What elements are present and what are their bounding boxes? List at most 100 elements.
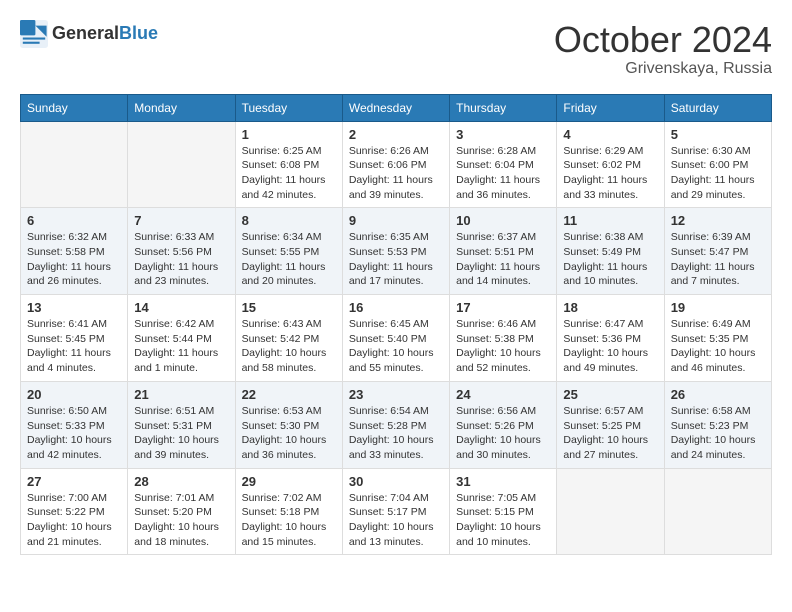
day-number: 2 bbox=[349, 127, 443, 142]
calendar-cell bbox=[557, 468, 664, 555]
calendar-week-row-4: 20 Sunrise: 6:50 AM Sunset: 5:33 PM Dayli… bbox=[21, 381, 772, 468]
calendar-cell bbox=[21, 121, 128, 208]
day-info: Sunrise: 6:37 AM Sunset: 5:51 PM Dayligh… bbox=[456, 230, 550, 289]
calendar-cell: 11Sunrise: 6:38 AM Sunset: 5:49 PM Dayli… bbox=[557, 208, 664, 295]
calendar-week-row-2: 6Sunrise: 6:32 AM Sunset: 5:58 PM Daylig… bbox=[21, 208, 772, 295]
day-number: 16 bbox=[349, 300, 443, 315]
calendar-cell: 30 Sunrise: 7:04 AM Sunset: 5:17 PM Dayli… bbox=[342, 468, 449, 555]
calendar-week-row-5: 27 Sunrise: 7:00 AM Sunset: 5:22 PM Dayli… bbox=[21, 468, 772, 555]
weekday-header-friday: Friday bbox=[557, 94, 664, 121]
day-number: 28 bbox=[134, 474, 228, 489]
day-number: 22 bbox=[242, 387, 336, 402]
calendar-week-row-3: 13 Sunrise: 6:41 AM Sunset: 5:45 PM Dayli… bbox=[21, 295, 772, 382]
day-number: 27 bbox=[27, 474, 121, 489]
day-info: Sunrise: 6:38 AM Sunset: 5:49 PM Dayligh… bbox=[563, 230, 657, 289]
day-number: 12 bbox=[671, 213, 765, 228]
calendar-cell bbox=[128, 121, 235, 208]
calendar-cell: 20 Sunrise: 6:50 AM Sunset: 5:33 PM Dayli… bbox=[21, 381, 128, 468]
day-info: Sunrise: 6:42 AM Sunset: 5:44 PM Dayligh… bbox=[134, 317, 228, 376]
day-number: 13 bbox=[27, 300, 121, 315]
title-area: October 2024 Grivenskaya, Russia bbox=[554, 20, 772, 78]
weekday-header-wednesday: Wednesday bbox=[342, 94, 449, 121]
day-number: 14 bbox=[134, 300, 228, 315]
day-info: Sunrise: 7:00 AM Sunset: 5:22 PM Dayligh… bbox=[27, 491, 121, 550]
day-info: Sunrise: 6:47 AM Sunset: 5:36 PM Dayligh… bbox=[563, 317, 657, 376]
month-title: October 2024 bbox=[554, 20, 772, 60]
weekday-header-thursday: Thursday bbox=[450, 94, 557, 121]
logo-general: General bbox=[52, 24, 119, 44]
day-info: Sunrise: 6:41 AM Sunset: 5:45 PM Dayligh… bbox=[27, 317, 121, 376]
day-number: 18 bbox=[563, 300, 657, 315]
calendar-cell: 27 Sunrise: 7:00 AM Sunset: 5:22 PM Dayli… bbox=[21, 468, 128, 555]
day-number: 1 bbox=[242, 127, 336, 142]
day-number: 23 bbox=[349, 387, 443, 402]
day-number: 17 bbox=[456, 300, 550, 315]
day-number: 7 bbox=[134, 213, 228, 228]
logo: General Blue bbox=[20, 20, 158, 48]
day-info: Sunrise: 7:02 AM Sunset: 5:18 PM Dayligh… bbox=[242, 491, 336, 550]
calendar-cell: 9Sunrise: 6:35 AM Sunset: 5:53 PM Daylig… bbox=[342, 208, 449, 295]
day-info: Sunrise: 6:58 AM Sunset: 5:23 PM Dayligh… bbox=[671, 404, 765, 463]
calendar-cell: 24 Sunrise: 6:56 AM Sunset: 5:26 PM Dayli… bbox=[450, 381, 557, 468]
day-info: Sunrise: 6:33 AM Sunset: 5:56 PM Dayligh… bbox=[134, 230, 228, 289]
calendar-cell: 12 Sunrise: 6:39 AM Sunset: 5:47 PM Dayli… bbox=[664, 208, 771, 295]
day-info: Sunrise: 6:28 AM Sunset: 6:04 PM Dayligh… bbox=[456, 144, 550, 203]
calendar-cell: 2 Sunrise: 6:26 AM Sunset: 6:06 PM Daylig… bbox=[342, 121, 449, 208]
day-number: 25 bbox=[563, 387, 657, 402]
weekday-header-row: SundayMondayTuesdayWednesdayThursdayFrid… bbox=[21, 94, 772, 121]
day-info: Sunrise: 6:49 AM Sunset: 5:35 PM Dayligh… bbox=[671, 317, 765, 376]
logo-icon bbox=[20, 20, 48, 48]
day-info: Sunrise: 7:04 AM Sunset: 5:17 PM Dayligh… bbox=[349, 491, 443, 550]
day-number: 21 bbox=[134, 387, 228, 402]
day-number: 31 bbox=[456, 474, 550, 489]
calendar-cell: 31 Sunrise: 7:05 AM Sunset: 5:15 PM Dayli… bbox=[450, 468, 557, 555]
calendar-week-row-1: 1 Sunrise: 6:25 AM Sunset: 6:08 PM Daylig… bbox=[21, 121, 772, 208]
day-info: Sunrise: 6:39 AM Sunset: 5:47 PM Dayligh… bbox=[671, 230, 765, 289]
calendar-cell: 7 Sunrise: 6:33 AM Sunset: 5:56 PM Daylig… bbox=[128, 208, 235, 295]
calendar-cell: 14 Sunrise: 6:42 AM Sunset: 5:44 PM Dayli… bbox=[128, 295, 235, 382]
day-info: Sunrise: 6:56 AM Sunset: 5:26 PM Dayligh… bbox=[456, 404, 550, 463]
day-number: 24 bbox=[456, 387, 550, 402]
day-number: 26 bbox=[671, 387, 765, 402]
logo-text: General Blue bbox=[52, 24, 158, 44]
day-info: Sunrise: 6:46 AM Sunset: 5:38 PM Dayligh… bbox=[456, 317, 550, 376]
day-number: 9 bbox=[349, 213, 443, 228]
calendar-cell: 19Sunrise: 6:49 AM Sunset: 5:35 PM Dayli… bbox=[664, 295, 771, 382]
weekday-header-tuesday: Tuesday bbox=[235, 94, 342, 121]
calendar-cell: 3 Sunrise: 6:28 AM Sunset: 6:04 PM Daylig… bbox=[450, 121, 557, 208]
calendar-cell: 22 Sunrise: 6:53 AM Sunset: 5:30 PM Dayli… bbox=[235, 381, 342, 468]
calendar-cell: 29 Sunrise: 7:02 AM Sunset: 5:18 PM Dayli… bbox=[235, 468, 342, 555]
day-info: Sunrise: 6:25 AM Sunset: 6:08 PM Dayligh… bbox=[242, 144, 336, 203]
day-number: 20 bbox=[27, 387, 121, 402]
day-number: 8 bbox=[242, 213, 336, 228]
day-info: Sunrise: 6:53 AM Sunset: 5:30 PM Dayligh… bbox=[242, 404, 336, 463]
calendar-cell: 8 Sunrise: 6:34 AM Sunset: 5:55 PM Daylig… bbox=[235, 208, 342, 295]
day-info: Sunrise: 6:45 AM Sunset: 5:40 PM Dayligh… bbox=[349, 317, 443, 376]
day-info: Sunrise: 6:26 AM Sunset: 6:06 PM Dayligh… bbox=[349, 144, 443, 203]
day-info: Sunrise: 6:50 AM Sunset: 5:33 PM Dayligh… bbox=[27, 404, 121, 463]
day-number: 3 bbox=[456, 127, 550, 142]
calendar-table: SundayMondayTuesdayWednesdayThursdayFrid… bbox=[20, 94, 772, 556]
day-info: Sunrise: 6:34 AM Sunset: 5:55 PM Dayligh… bbox=[242, 230, 336, 289]
day-info: Sunrise: 6:32 AM Sunset: 5:58 PM Dayligh… bbox=[27, 230, 121, 289]
weekday-header-saturday: Saturday bbox=[664, 94, 771, 121]
calendar-cell: 6Sunrise: 6:32 AM Sunset: 5:58 PM Daylig… bbox=[21, 208, 128, 295]
day-number: 30 bbox=[349, 474, 443, 489]
day-info: Sunrise: 6:57 AM Sunset: 5:25 PM Dayligh… bbox=[563, 404, 657, 463]
weekday-header-monday: Monday bbox=[128, 94, 235, 121]
calendar-cell: 25 Sunrise: 6:57 AM Sunset: 5:25 PM Dayli… bbox=[557, 381, 664, 468]
day-info: Sunrise: 6:51 AM Sunset: 5:31 PM Dayligh… bbox=[134, 404, 228, 463]
page-header: General Blue October 2024 Grivenskaya, R… bbox=[20, 20, 772, 78]
calendar-cell: 13 Sunrise: 6:41 AM Sunset: 5:45 PM Dayli… bbox=[21, 295, 128, 382]
calendar-cell: 10Sunrise: 6:37 AM Sunset: 5:51 PM Dayli… bbox=[450, 208, 557, 295]
calendar-cell bbox=[664, 468, 771, 555]
day-info: Sunrise: 6:43 AM Sunset: 5:42 PM Dayligh… bbox=[242, 317, 336, 376]
calendar-cell: 5Sunrise: 6:30 AM Sunset: 6:00 PM Daylig… bbox=[664, 121, 771, 208]
day-info: Sunrise: 7:05 AM Sunset: 5:15 PM Dayligh… bbox=[456, 491, 550, 550]
day-number: 4 bbox=[563, 127, 657, 142]
day-number: 29 bbox=[242, 474, 336, 489]
calendar-cell: 21 Sunrise: 6:51 AM Sunset: 5:31 PM Dayli… bbox=[128, 381, 235, 468]
logo-blue: Blue bbox=[119, 24, 158, 44]
day-info: Sunrise: 6:29 AM Sunset: 6:02 PM Dayligh… bbox=[563, 144, 657, 203]
calendar-cell: 16 Sunrise: 6:45 AM Sunset: 5:40 PM Dayli… bbox=[342, 295, 449, 382]
